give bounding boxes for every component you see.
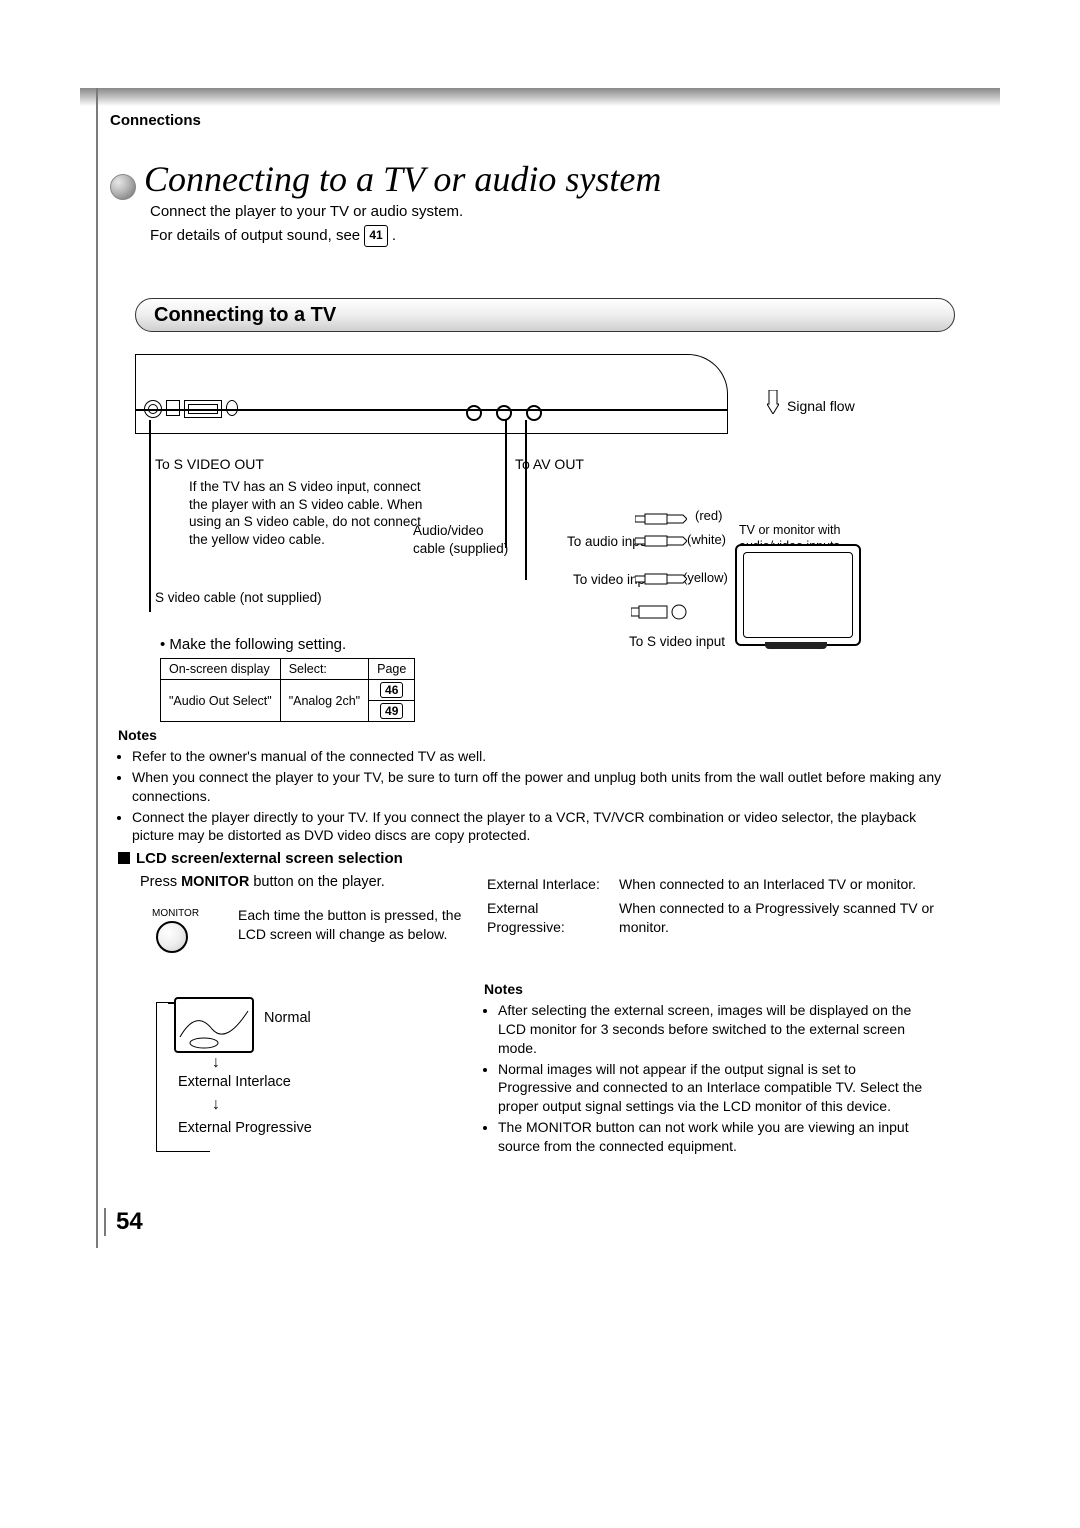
rca-plug-white-icon xyxy=(635,534,687,546)
notes-heading: Notes xyxy=(484,980,924,999)
table-cell: "Analog 2ch" xyxy=(280,680,368,722)
note-item: After selecting the external screen, ima… xyxy=(498,1001,924,1058)
cable-line xyxy=(149,420,151,612)
lcd-heading-text: LCD screen/external screen selection xyxy=(136,850,403,867)
label-svideo-input: To S video input xyxy=(629,634,725,649)
button-circle-icon xyxy=(156,921,188,953)
player-lid-icon xyxy=(597,354,728,434)
page-title: Connecting to a TV or audio system xyxy=(144,158,661,200)
lcd-heading: LCD screen/external screen selection xyxy=(118,850,403,867)
table-header: Page xyxy=(369,659,415,680)
label-av-cable: Audio/videocable (supplied) xyxy=(413,522,508,557)
monitor-button-label: MONITOR xyxy=(152,908,199,919)
mode-desc: When connected to an Interlaced TV or mo… xyxy=(618,874,942,896)
title-bullet-icon xyxy=(110,174,136,200)
notes-list: Refer to the owner's manual of the conne… xyxy=(118,747,948,845)
svideo-note: If the TV has an S video input, connect … xyxy=(189,478,429,548)
av-jack-icon xyxy=(466,405,482,421)
mode-desc: When connected to a Progressively scanne… xyxy=(618,898,942,939)
side-rule xyxy=(96,88,98,1248)
hdmi-port-icon xyxy=(184,400,222,418)
notes-list: After selecting the external screen, ima… xyxy=(484,1001,924,1156)
page-reference-icon: 49 xyxy=(380,703,403,719)
text: button on the player. xyxy=(249,874,384,890)
tv-icon xyxy=(735,544,861,646)
note-item: Connect the player directly to your TV. … xyxy=(132,808,948,846)
label-red: (red) xyxy=(695,508,722,523)
table-cell: "Audio Out Select" xyxy=(161,680,281,722)
arrow-down-icon: ↓ xyxy=(212,1096,220,1114)
av-jack-icon xyxy=(496,405,512,421)
tv-stand-icon xyxy=(765,642,827,649)
setting-bullet: • Make the following setting. xyxy=(160,636,346,653)
note-item: The MONITOR button can not work while yo… xyxy=(498,1118,924,1156)
mode-normal: Normal xyxy=(264,1010,311,1026)
lcd-press-line: Press MONITOR button on the player. xyxy=(140,874,385,890)
page-reference-icon: 46 xyxy=(380,682,403,698)
monitor-description: Each time the button is pressed, the LCD… xyxy=(238,906,474,944)
rca-plug-red-icon xyxy=(635,512,687,524)
label-svideo-cable: S video cable (not supplied) xyxy=(155,590,322,605)
label-yellow: (yellow) xyxy=(683,570,728,585)
text: Press xyxy=(140,874,181,890)
label-av-out: To AV OUT xyxy=(515,456,584,472)
loop-line-icon xyxy=(156,1002,169,1152)
note-item: Refer to the owner's manual of the conne… xyxy=(132,747,948,766)
arrow-down-icon: ↓ xyxy=(212,1054,220,1072)
square-bullet-icon xyxy=(118,852,130,864)
table-cell: 49 xyxy=(369,701,415,722)
page-number: 54 xyxy=(104,1208,143,1236)
mode-descriptions: External Interlace: When connected to an… xyxy=(484,872,944,941)
subheading-connecting-tv: Connecting to a TV xyxy=(135,298,955,332)
notes-heading: Notes xyxy=(118,726,948,745)
monitor-word: MONITOR xyxy=(181,874,249,890)
svideo-plug-icon xyxy=(631,604,689,620)
rca-plug-yellow-icon xyxy=(635,572,687,584)
mode-external-progressive: External Progressive xyxy=(178,1120,312,1136)
label-white: (white) xyxy=(687,532,726,547)
intro-text-tail: . xyxy=(388,227,396,244)
intro-text: For details of output sound, see xyxy=(150,227,364,244)
connection-diagram: Signal flow To S VIDEO OUT If the TV has… xyxy=(135,354,955,654)
mode-external-interlace: External Interlace xyxy=(178,1074,291,1090)
monitor-button-icon: MONITOR xyxy=(152,908,192,953)
intro-line-1: Connect the player to your TV or audio s… xyxy=(150,200,463,224)
note-item: When you connect the player to your TV, … xyxy=(132,768,948,806)
note-item: Normal images will not appear if the out… xyxy=(498,1060,924,1117)
table-header: On-screen display xyxy=(161,659,281,680)
av-jack-icon xyxy=(526,405,542,421)
player-rear-panel-icon xyxy=(135,354,598,434)
intro-line-2: For details of output sound, see 41 . xyxy=(150,224,463,248)
label-svideo-out: To S VIDEO OUT xyxy=(155,456,264,472)
port-icon xyxy=(166,400,180,416)
mode-cycle-diagram: Normal ↓ External Interlace ↓ External P… xyxy=(152,992,432,1172)
table-header: Select: xyxy=(280,659,368,680)
mode-label: External Progressive: xyxy=(486,898,616,939)
port-icon xyxy=(226,400,238,416)
page-reference-icon: 41 xyxy=(364,225,387,246)
svideo-port-icon xyxy=(144,400,162,418)
label-signal-flow: Signal flow xyxy=(787,398,855,414)
cable-line xyxy=(525,420,527,580)
settings-table: On-screen display Select: Page "Audio Ou… xyxy=(160,658,415,722)
lcd-screen-icon xyxy=(174,997,254,1053)
mode-label: External Interlace: xyxy=(486,874,616,896)
header-gradient xyxy=(80,88,1000,106)
section-label: Connections xyxy=(110,112,201,129)
table-cell: 46 xyxy=(369,680,415,701)
signal-flow-arrow-icon xyxy=(767,390,779,414)
